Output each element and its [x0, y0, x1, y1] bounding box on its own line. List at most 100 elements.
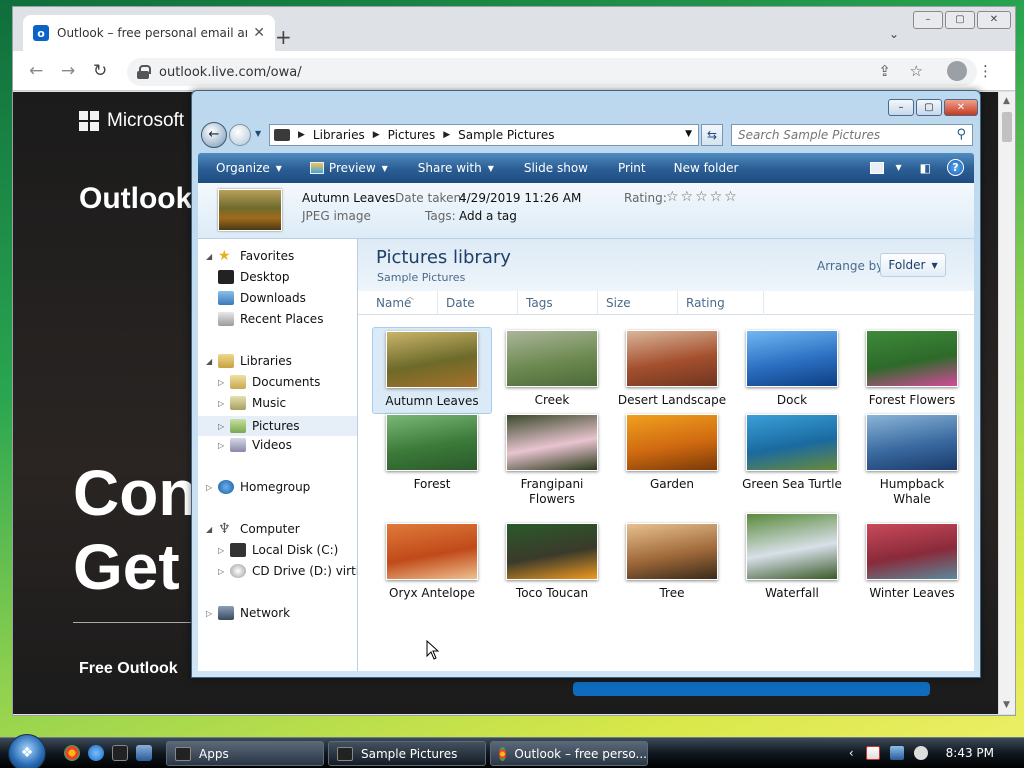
rating-stars[interactable]: ☆☆☆☆☆ [666, 189, 739, 205]
preview-menu[interactable]: Preview ▼ [309, 161, 388, 175]
taskbar-sample-pictures[interactable]: Sample Pictures [328, 741, 486, 766]
nav-music[interactable]: ▷ Music [218, 396, 286, 410]
new-folder-button[interactable]: New folder [674, 161, 739, 175]
picture-tile[interactable]: Garden [612, 411, 732, 496]
bookmark-star-icon[interactable]: ☆ [910, 62, 923, 80]
view-options-chevron-icon[interactable]: ▼ [896, 163, 902, 172]
nav-libraries[interactable]: ◢ Libraries [206, 354, 292, 368]
picture-tile[interactable]: Autumn Leaves [372, 327, 492, 414]
nav-homegroup[interactable]: ▷ Homegroup [206, 480, 310, 494]
crumb-libraries[interactable]: Libraries [313, 128, 365, 142]
picture-tile[interactable]: Forest Flowers [852, 327, 972, 412]
address-bar[interactable]: outlook.live.com/owa/ [127, 58, 977, 86]
nav-computer[interactable]: ◢ ♆ Computer [206, 522, 300, 536]
microsoft-logo[interactable]: Microsoft [79, 110, 184, 132]
close-tab-icon[interactable]: ✕ [253, 25, 265, 41]
forward-button[interactable] [229, 124, 251, 146]
picture-tile[interactable]: Winter Leaves [852, 520, 972, 605]
chevron-right-icon[interactable]: ▶ [443, 130, 450, 140]
start-orb-icon[interactable]: ❖ [8, 734, 46, 768]
detail-tags-value[interactable]: Add a tag [459, 209, 517, 223]
explorer-minimize-button[interactable]: – [888, 99, 914, 116]
picture-tile[interactable]: Desert Landscape [612, 327, 732, 412]
tab-outlook[interactable]: o Outlook – free personal email an ✕ [23, 15, 275, 51]
show-hidden-icons-chevron-icon[interactable]: ‹ [849, 746, 854, 760]
forward-arrow-icon[interactable]: → [61, 61, 75, 81]
share-with-menu[interactable]: Share with ▼ [418, 161, 494, 175]
expand-arrow-icon[interactable]: ▷ [218, 546, 230, 555]
slide-show-button[interactable]: Slide show [524, 161, 588, 175]
nav-desktop[interactable]: Desktop [218, 270, 290, 284]
address-breadcrumb[interactable]: ▶ Libraries ▶ Pictures ▶ Sample Pictures… [269, 124, 699, 146]
nav-videos[interactable]: ▷ Videos [218, 438, 292, 452]
minimize-button[interactable]: – [913, 11, 943, 29]
detail-date-value[interactable]: 4/29/2019 11:26 AM [459, 191, 581, 205]
network-tray-icon[interactable] [889, 746, 904, 760]
picture-tile[interactable]: Waterfall [732, 510, 852, 605]
taskbar-apps[interactable]: Apps [166, 741, 324, 766]
picture-tile[interactable]: Humpback Whale [852, 411, 972, 511]
reload-icon[interactable]: ↻ [93, 61, 107, 81]
expand-arrow-icon[interactable]: ◢ [206, 252, 218, 261]
back-button[interactable]: ← [201, 122, 227, 148]
change-view-icon[interactable] [869, 161, 884, 174]
restore-button[interactable]: ▢ [945, 11, 975, 29]
chevron-right-icon[interactable]: ▶ [298, 130, 305, 140]
preview-pane-icon[interactable]: ◧ [920, 161, 931, 175]
nav-documents[interactable]: ▷ Documents [218, 375, 320, 389]
scroll-up-icon[interactable]: ▲ [1003, 96, 1010, 106]
back-arrow-icon[interactable]: ← [29, 61, 43, 81]
picture-tile[interactable]: Dock [732, 327, 852, 412]
clock[interactable]: 8:43 PM [946, 746, 994, 760]
sign-in-button[interactable] [573, 682, 930, 696]
nav-favorites[interactable]: ◢ ★ Favorites [206, 249, 294, 263]
column-tags[interactable]: Tags [518, 291, 598, 315]
address-dropdown-icon[interactable]: ▼ [685, 129, 692, 139]
search-input[interactable] [732, 125, 942, 145]
ie-quicklaunch-icon[interactable] [88, 745, 104, 761]
profile-avatar-icon[interactable] [947, 61, 967, 81]
show-desktop-icon[interactable] [136, 745, 152, 761]
nav-recent-places[interactable]: Recent Places [218, 312, 323, 326]
column-rating[interactable]: Rating [678, 291, 764, 315]
organize-menu[interactable]: Organize ▼ [216, 161, 282, 175]
tab-search-chevron-icon[interactable]: ⌄ [889, 27, 899, 41]
menu-kebab-icon[interactable]: ⋮ [978, 62, 993, 80]
refresh-button[interactable]: ⇆ [701, 124, 723, 146]
scrollbar-thumb[interactable] [1002, 112, 1012, 142]
new-tab-button[interactable]: + [275, 25, 292, 49]
column-date[interactable]: Date [438, 291, 518, 315]
help-icon[interactable]: ? [947, 159, 964, 176]
page-scrollbar[interactable]: ▲ ▼ [998, 92, 1015, 714]
chevron-right-icon[interactable]: ▶ [373, 130, 380, 140]
volume-muted-icon[interactable] [913, 746, 928, 760]
close-window-button[interactable]: ✕ [977, 11, 1011, 29]
arrange-by-dropdown[interactable]: Folder ▼ [880, 253, 946, 277]
recent-pages-chevron-icon[interactable]: ▼ [255, 129, 261, 138]
picture-tile[interactable]: Toco Toucan [492, 520, 612, 605]
picture-tile[interactable]: Oryx Antelope [372, 520, 492, 605]
picture-tile[interactable]: Forest [372, 411, 492, 496]
expand-arrow-icon[interactable]: ▷ [218, 441, 230, 450]
explorer-maximize-button[interactable]: ▢ [916, 99, 942, 116]
nav-downloads[interactable]: Downloads [218, 291, 306, 305]
expand-arrow-icon[interactable]: ▷ [206, 483, 218, 492]
expand-arrow-icon[interactable]: ▷ [218, 567, 230, 576]
print-button[interactable]: Print [618, 161, 646, 175]
crumb-pictures[interactable]: Pictures [388, 128, 436, 142]
expand-arrow-icon[interactable]: ▷ [218, 399, 230, 408]
expand-arrow-icon[interactable]: ▷ [218, 422, 230, 431]
explorer-quicklaunch-icon[interactable] [112, 745, 128, 761]
scroll-down-icon[interactable]: ▼ [1003, 700, 1010, 710]
expand-arrow-icon[interactable]: ◢ [206, 525, 218, 534]
picture-tile[interactable]: Creek [492, 327, 612, 412]
action-center-icon[interactable] [865, 746, 880, 760]
nav-pictures[interactable]: ▷ Pictures [198, 416, 357, 436]
crumb-sample-pictures[interactable]: Sample Pictures [458, 128, 554, 142]
share-icon[interactable]: ⇪ [878, 62, 891, 80]
search-box[interactable]: ⚲ [731, 124, 973, 146]
nav-network[interactable]: ▷ Network [206, 606, 290, 620]
picture-tile[interactable]: Frangipani Flowers [492, 411, 612, 511]
nav-cd-drive[interactable]: ▷ CD Drive (D:) virtio-v [218, 564, 357, 578]
column-size[interactable]: Size [598, 291, 678, 315]
